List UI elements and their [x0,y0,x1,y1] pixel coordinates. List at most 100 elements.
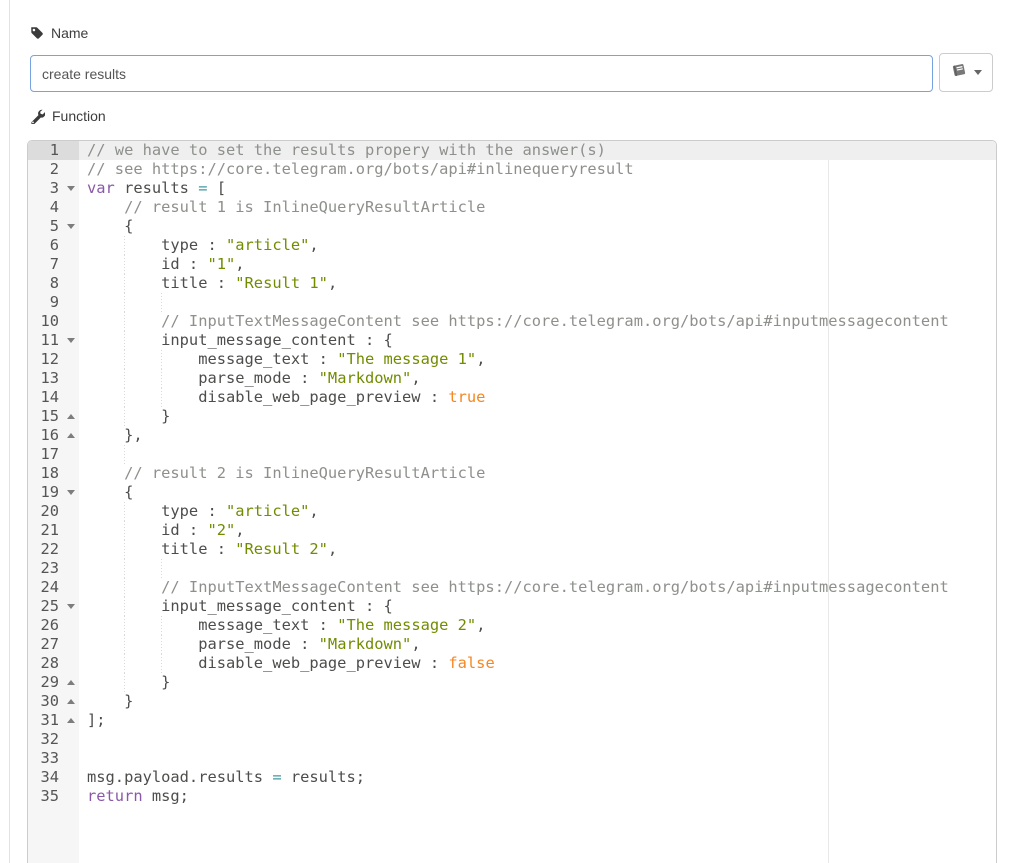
comment-token: // InputTextMessageContent see https://c… [87,312,949,330]
gutter-line-number[interactable]: 11 [28,331,79,350]
editor-rows[interactable]: // we have to set the results propery wi… [79,141,996,806]
code-line[interactable]: // we have to set the results propery wi… [79,141,996,160]
operator-token: = [272,768,281,786]
string-token: "1" [207,255,235,273]
fold-end-icon[interactable] [67,699,75,704]
code-line[interactable]: // InputTextMessageContent see https://c… [79,578,996,597]
gutter-line-number[interactable]: 10 [28,312,79,331]
gutter-line-number[interactable]: 5 [28,217,79,236]
gutter-line-number[interactable]: 26 [28,616,79,635]
gutter-line-number[interactable]: 8 [28,274,79,293]
gutter-line-number[interactable]: 35 [28,787,79,806]
code-line[interactable]: // result 2 is InlineQueryResultArticle [79,464,996,483]
comment-token: // InputTextMessageContent see https://c… [87,578,949,596]
line-number: 21 [40,521,59,539]
gutter-line-number[interactable]: 16 [28,426,79,445]
fold-open-icon[interactable] [67,490,75,495]
code-line[interactable]: var results = [ [79,179,996,198]
name-input[interactable] [30,55,933,92]
gutter-line-number[interactable]: 28 [28,654,79,673]
gutter-line-number[interactable]: 2 [28,160,79,179]
code-line[interactable]: disable_web_page_preview : true [79,388,996,407]
code-editor[interactable]: // we have to set the results propery wi… [27,140,997,863]
code-line[interactable]: input_message_content : { [79,597,996,616]
code-line[interactable]: input_message_content : { [79,331,996,350]
code-line[interactable]: id : "1", [79,255,996,274]
code-line[interactable]: // result 1 is InlineQueryResultArticle [79,198,996,217]
code-line[interactable]: message_text : "The message 1", [79,350,996,369]
editor-scroller[interactable]: // we have to set the results propery wi… [79,141,996,863]
code-line[interactable]: ]; [79,711,996,730]
library-button[interactable] [939,53,993,92]
gutter-line-number[interactable]: 25 [28,597,79,616]
fold-end-icon[interactable] [67,433,75,438]
gutter-line-number[interactable]: 31 [28,711,79,730]
gutter-line-number[interactable]: 24 [28,578,79,597]
gutter-line-number[interactable]: 27 [28,635,79,654]
fold-open-icon[interactable] [67,186,75,191]
fold-end-icon[interactable] [67,414,75,419]
gutter-line-number[interactable]: 4 [28,198,79,217]
line-number: 2 [50,160,59,178]
code-line[interactable]: message_text : "The message 2", [79,616,996,635]
gutter-line-number[interactable]: 15 [28,407,79,426]
gutter-line-number[interactable]: 7 [28,255,79,274]
code-line[interactable]: } [79,407,996,426]
code-line[interactable]: }, [79,426,996,445]
gutter-line-number[interactable]: 20 [28,502,79,521]
code-line[interactable]: return msg; [79,787,996,806]
code-line[interactable]: type : "article", [79,502,996,521]
gutter-line-number[interactable]: 19 [28,483,79,502]
gutter-line-number[interactable]: 29 [28,673,79,692]
code-line[interactable] [79,559,996,578]
gutter-line-number[interactable]: 9 [28,293,79,312]
line-number: 11 [40,331,59,349]
code-line[interactable]: parse_mode : "Markdown", [79,635,996,654]
gutter-line-number[interactable]: 33 [28,749,79,768]
gutter-line-number[interactable]: 22 [28,540,79,559]
string-token: "article" [226,236,309,254]
fold-end-icon[interactable] [67,718,75,723]
code-line[interactable]: msg.payload.results = results; [79,768,996,787]
code-line[interactable]: parse_mode : "Markdown", [79,369,996,388]
code-line[interactable]: { [79,483,996,502]
gutter-line-number[interactable]: 18 [28,464,79,483]
constant-token: false [448,654,494,672]
code-line[interactable]: disable_web_page_preview : false [79,654,996,673]
fold-end-icon[interactable] [67,680,75,685]
editor-gutter[interactable]: 1234567891011121314151617181920212223242… [28,141,79,863]
gutter-line-number[interactable]: 30 [28,692,79,711]
code-line[interactable] [79,445,996,464]
code-line[interactable]: } [79,673,996,692]
function-label-row: Function [30,108,106,124]
gutter-line-number[interactable]: 14 [28,388,79,407]
line-number: 10 [40,312,59,330]
code-line[interactable] [79,749,996,768]
code-line[interactable]: id : "2", [79,521,996,540]
code-line[interactable] [79,730,996,749]
gutter-line-number[interactable]: 21 [28,521,79,540]
gutter-line-number[interactable]: 12 [28,350,79,369]
code-line[interactable]: title : "Result 1", [79,274,996,293]
code-line[interactable]: } [79,692,996,711]
gutter-line-number[interactable]: 34 [28,768,79,787]
gutter-line-number[interactable]: 6 [28,236,79,255]
gutter-line-number[interactable]: 1 [28,141,79,160]
code-line[interactable] [79,293,996,312]
gutter-line-number[interactable]: 13 [28,369,79,388]
fold-open-icon[interactable] [67,338,75,343]
code-line[interactable]: title : "Result 2", [79,540,996,559]
line-number: 25 [40,597,59,615]
gutter-line-number[interactable]: 17 [28,445,79,464]
code-line[interactable]: { [79,217,996,236]
fold-open-icon[interactable] [67,224,75,229]
code-line[interactable]: // InputTextMessageContent see https://c… [79,312,996,331]
gutter-line-number[interactable]: 23 [28,559,79,578]
operator-token: = [198,179,207,197]
code-line[interactable]: // see https://core.telegram.org/bots/ap… [79,160,996,179]
line-number: 33 [40,749,59,767]
gutter-line-number[interactable]: 32 [28,730,79,749]
code-line[interactable]: type : "article", [79,236,996,255]
fold-open-icon[interactable] [67,604,75,609]
gutter-line-number[interactable]: 3 [28,179,79,198]
